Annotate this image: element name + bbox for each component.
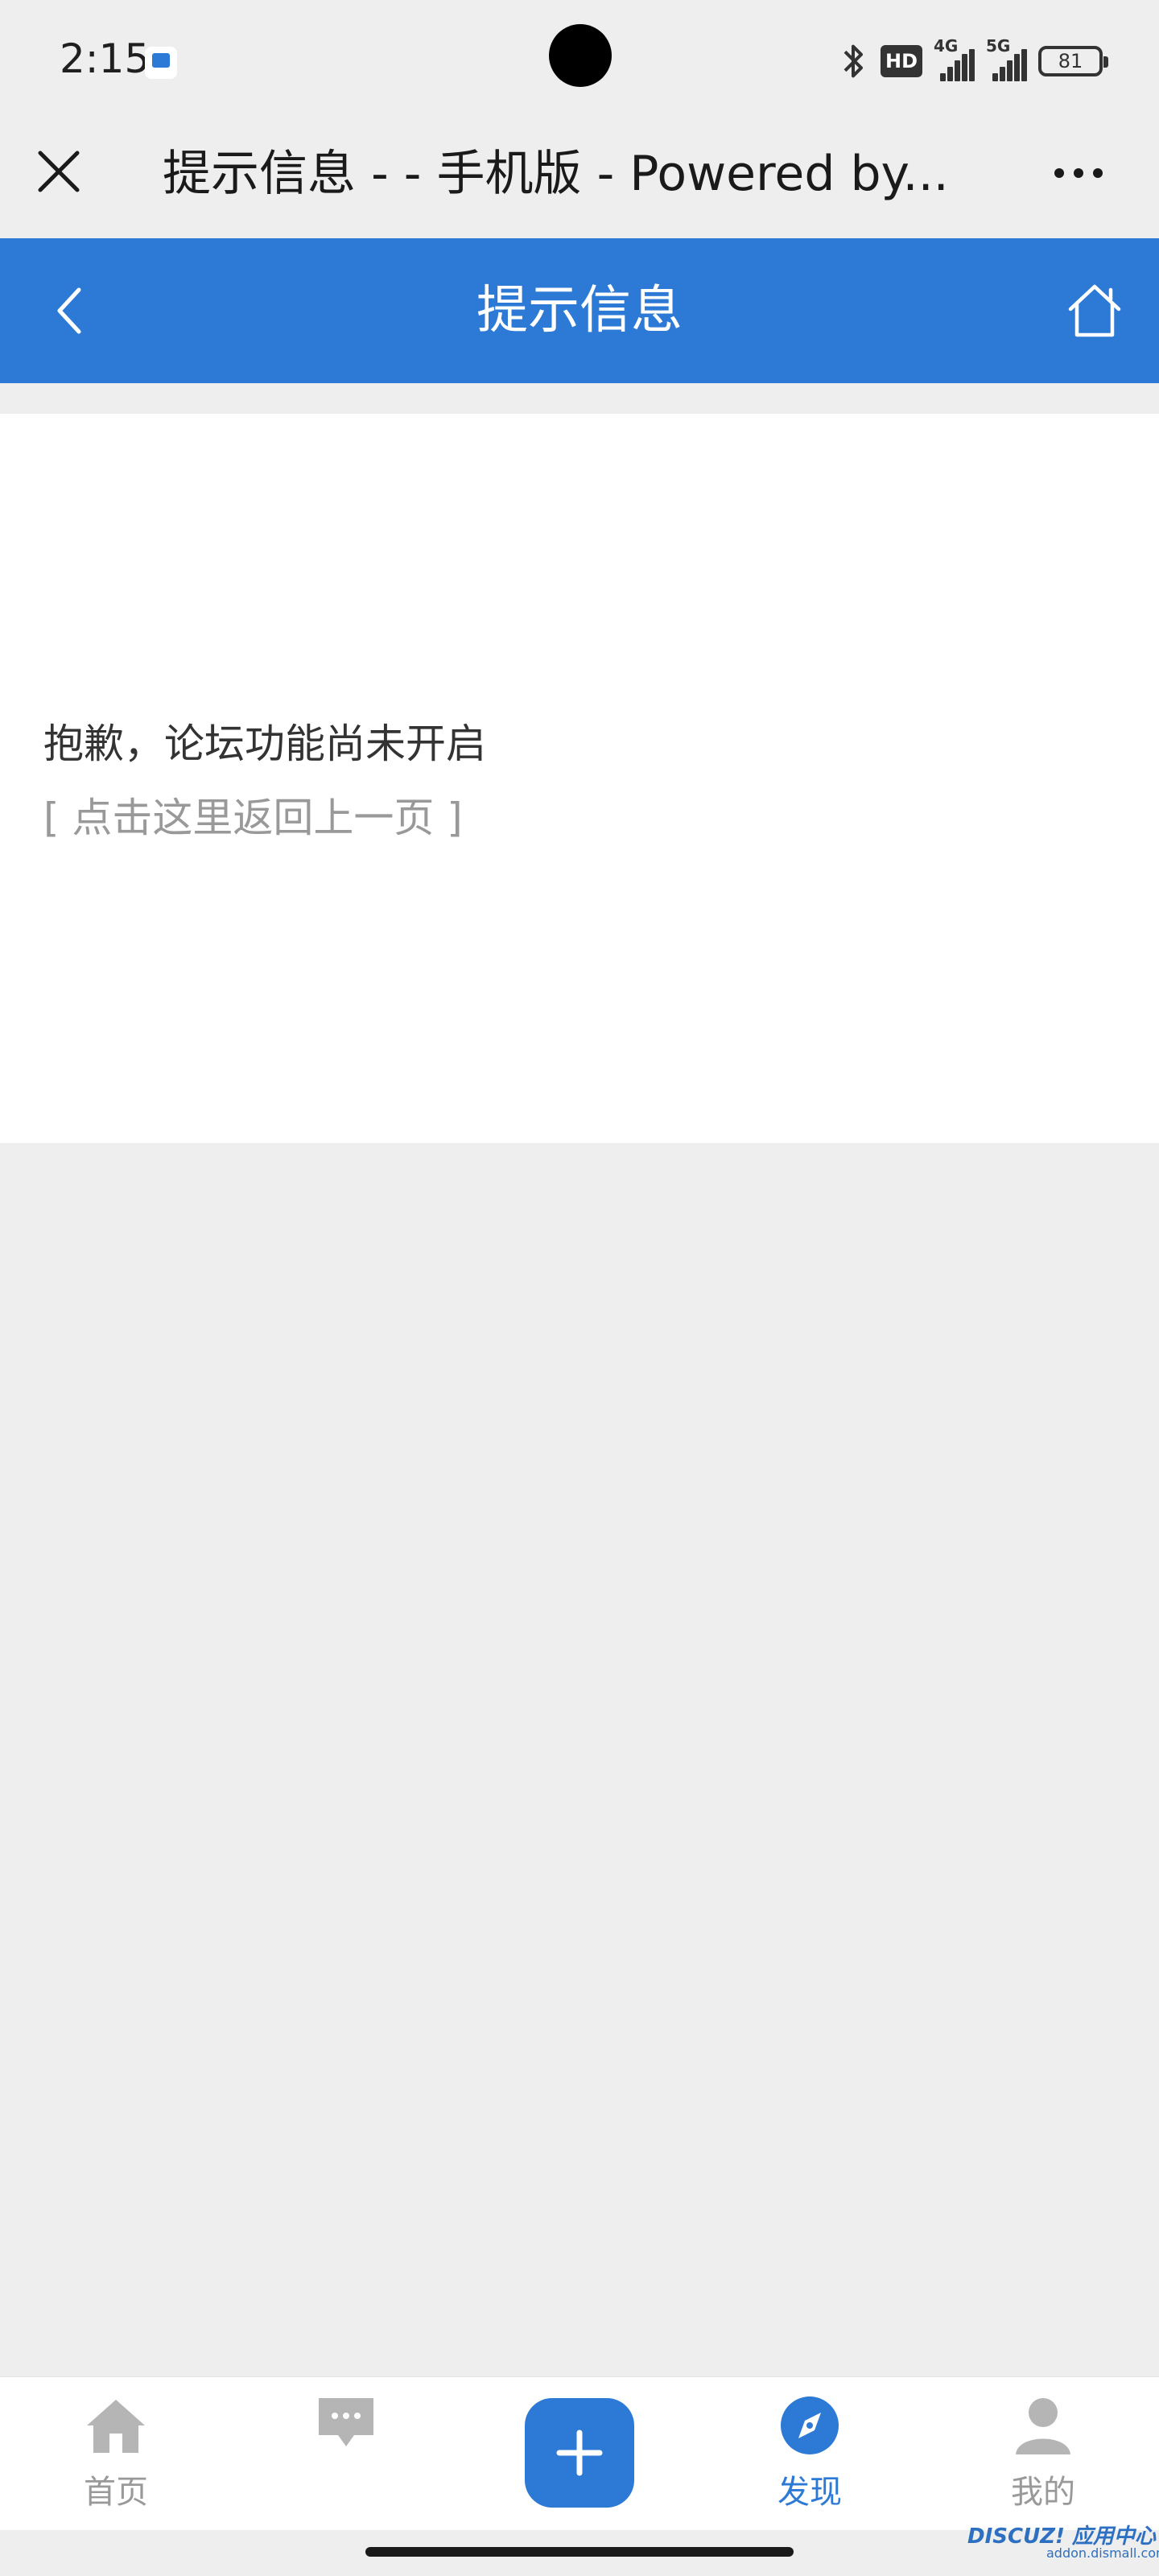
hd-badge: HD	[880, 45, 922, 77]
nav-profile-label: 我的	[1011, 2474, 1075, 2511]
chat-icon	[319, 2398, 373, 2446]
battery-icon: 81	[1038, 46, 1108, 76]
more-dot-icon	[1093, 168, 1103, 178]
watermark-site: addon.dismall.com	[1046, 2545, 1159, 2561]
home-icon	[87, 2400, 145, 2453]
nav-home-label: 首页	[84, 2474, 148, 2511]
discuz-watermark: DISCUZ! 应用中心 addon.dismall.com	[926, 2520, 1159, 2568]
battery-level: 81	[1058, 50, 1083, 72]
signal-4g-icon: 4G	[934, 36, 975, 81]
more-menu-button[interactable]	[1046, 145, 1111, 201]
browser-title-bar: 提示信息 - - 手机版 - Powered by...	[0, 121, 1159, 238]
back-arrow-icon[interactable]	[40, 279, 105, 343]
signal-5g-label: 5G	[986, 36, 1011, 56]
more-dot-icon	[1054, 168, 1064, 178]
user-icon	[1016, 2398, 1070, 2454]
message-card: 抱歉，论坛功能尚未开启 [ 点击这里返回上一页 ]	[0, 414, 1159, 1143]
plus-icon	[556, 2429, 603, 2476]
browser-page-title: 提示信息 - - 手机版 - Powered by...	[163, 146, 949, 202]
nav-home[interactable]: 首页	[35, 2393, 196, 2514]
status-indicators: HD 4G 5G 81	[837, 36, 1108, 85]
status-bar: 2:15 HD 4G 5G 81	[0, 0, 1159, 121]
info-message: 抱歉，论坛功能尚未开启	[43, 720, 486, 767]
signal-4g-label: 4G	[934, 36, 959, 56]
post-button[interactable]	[525, 2398, 634, 2508]
close-icon[interactable]	[31, 143, 87, 200]
notification-app-icon	[145, 47, 177, 79]
nav-messages[interactable]	[266, 2393, 427, 2514]
home-icon[interactable]	[1062, 279, 1127, 343]
bottom-nav: 首页 发现 我的	[0, 2376, 1159, 2530]
home-indicator[interactable]	[365, 2547, 794, 2557]
nav-profile[interactable]: 我的	[963, 2393, 1124, 2514]
nav-discover[interactable]: 发现	[729, 2393, 890, 2514]
more-dot-icon	[1074, 168, 1083, 178]
page-title: 提示信息	[476, 281, 683, 341]
bluetooth-icon	[843, 44, 863, 78]
signal-5g-icon: 5G	[986, 36, 1027, 81]
status-time: 2:15	[60, 35, 151, 82]
app-header: 提示信息	[0, 238, 1159, 383]
nav-discover-label: 发现	[777, 2474, 842, 2511]
compass-icon	[781, 2396, 839, 2454]
camera-cutout	[549, 24, 612, 87]
back-link[interactable]: [ 点击这里返回上一页 ]	[43, 786, 463, 844]
